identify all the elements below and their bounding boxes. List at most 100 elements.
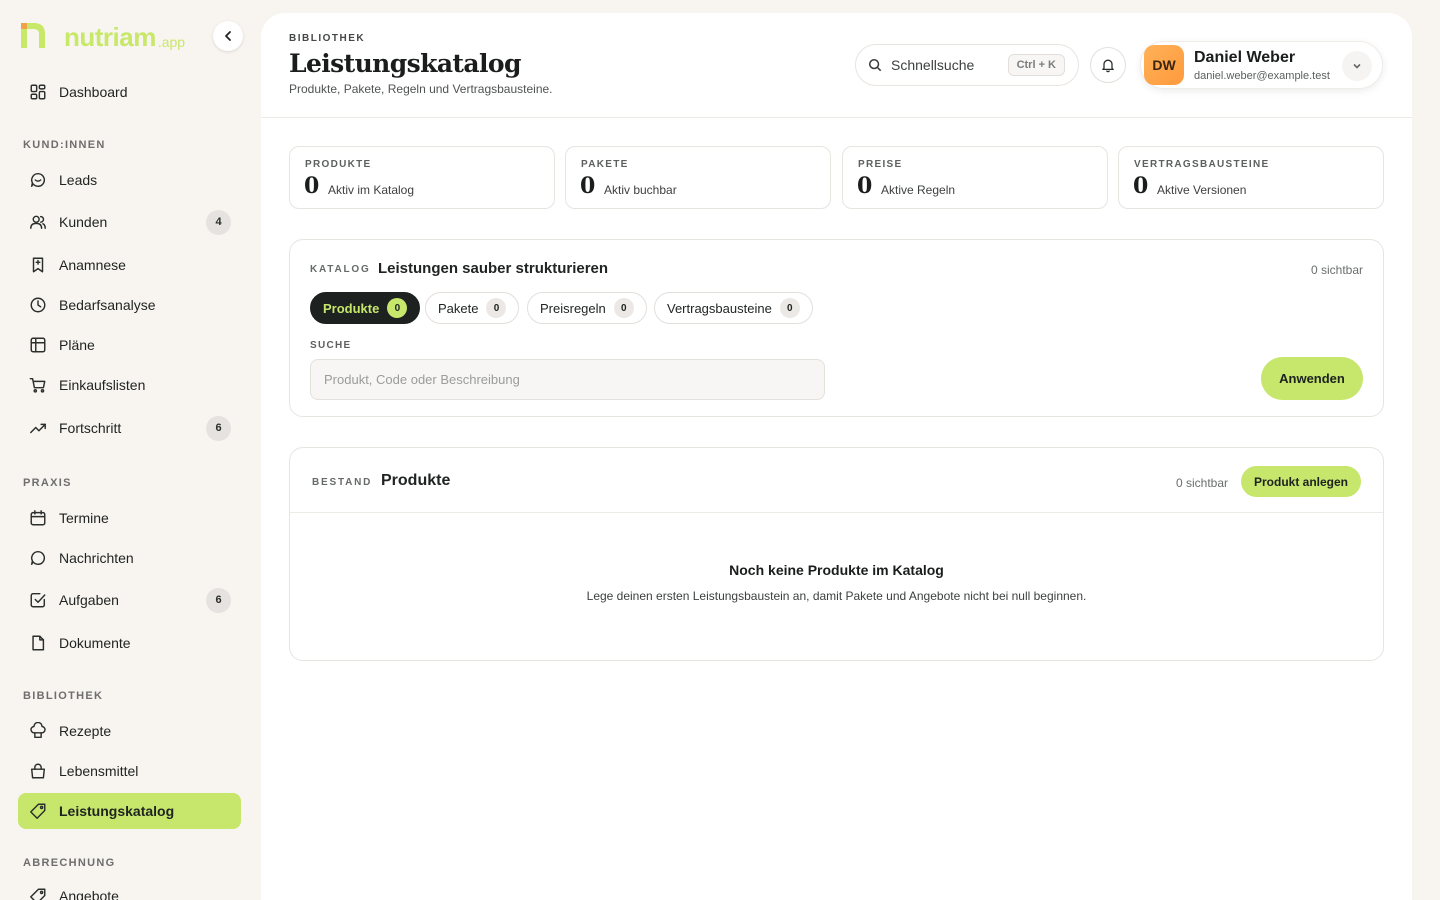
tab-count: 0	[387, 298, 408, 318]
sidebar-item-aufgaben[interactable]: Aufgaben 6	[18, 582, 241, 618]
create-product-button[interactable]: Produkt anlegen	[1241, 466, 1361, 497]
sidebar-item-dashboard[interactable]: Dashboard	[18, 74, 241, 110]
page-title: Leistungskatalog	[289, 49, 521, 78]
calendar-icon	[28, 508, 48, 528]
catalog-filter-card: KATALOG Leistungen sauber strukturieren …	[289, 239, 1384, 417]
sidebar-item-bedarfsanalyse[interactable]: Bedarfsanalyse	[18, 287, 241, 323]
products-card: BESTAND Produkte 0 sichtbar Produkt anle…	[289, 447, 1384, 661]
tab-vertragsbausteine[interactable]: Vertragsbausteine 0	[654, 292, 813, 324]
sidebar-item-dokumente[interactable]: Dokumente	[18, 625, 241, 661]
user-email: daniel.weber@example.test	[1194, 70, 1330, 82]
catalog-title: Leistungen sauber strukturieren	[378, 260, 609, 277]
chevron-left-icon	[225, 31, 231, 41]
shopping-bag-icon	[28, 761, 48, 781]
divider	[290, 512, 1383, 513]
sidebar-item-leads[interactable]: Leads	[18, 162, 241, 198]
tag-icon	[28, 801, 48, 821]
stat-value: 0	[857, 173, 873, 199]
brand-name: nutriam	[64, 22, 156, 52]
apply-button[interactable]: Anwenden	[1261, 357, 1363, 400]
collapse-sidebar-button[interactable]	[213, 21, 243, 51]
stat-description: Aktiv buchbar	[604, 183, 677, 197]
chef-hat-icon	[28, 721, 48, 741]
sidebar-item-label: Leistungskatalog	[59, 803, 175, 819]
products-eyebrow: BESTAND	[312, 477, 373, 488]
sidebar-item-label: Nachrichten	[59, 550, 134, 566]
sidebar-item-lebensmittel[interactable]: Lebensmittel	[18, 753, 241, 789]
sidebar-item-label: Dashboard	[59, 84, 128, 100]
products-visible-count: 0 sichtbar	[1176, 476, 1229, 490]
page-subtitle: Produkte, Pakete, Regeln und Vertragsbau…	[289, 82, 553, 96]
avatar: DW	[1144, 45, 1184, 85]
sidebar-item-label: Anamnese	[59, 257, 126, 273]
stat-label: PREISE	[858, 159, 903, 170]
sidebar-item-kunden[interactable]: Kunden 4	[18, 204, 241, 240]
sidebar-item-nachrichten[interactable]: Nachrichten	[18, 540, 241, 576]
sidebar-item-rezepte[interactable]: Rezepte	[18, 713, 241, 749]
sidebar-item-plaene[interactable]: Pläne	[18, 327, 241, 363]
chevron-down-icon	[1353, 63, 1361, 69]
section-label-library: BIBLIOTHEK	[23, 690, 104, 702]
notifications-button[interactable]	[1090, 47, 1126, 83]
clipboard-icon	[28, 255, 48, 275]
tab-label: Preisregeln	[540, 300, 606, 316]
count-badge: 6	[206, 415, 231, 441]
tab-pakete[interactable]: Pakete 0	[425, 292, 520, 324]
brand-logo[interactable]: nutriam .app	[18, 18, 185, 50]
sidebar-item-label: Aufgaben	[59, 592, 119, 608]
sidebar-item-leistungskatalog[interactable]: Leistungskatalog	[18, 793, 241, 829]
sidebar-item-label: Lebensmittel	[59, 763, 139, 779]
sidebar: nutriam .app Dashboard KUND:INNEN Leads K…	[0, 0, 260, 900]
keyboard-shortcut: Ctrl + K	[1007, 54, 1065, 76]
checkbox-icon	[28, 590, 48, 610]
stat-value: 0	[580, 173, 596, 199]
user-menu[interactable]: DW Daniel Weber daniel.weber@example.tes…	[1140, 41, 1383, 89]
nutriam-logo-icon	[18, 20, 48, 50]
stat-description: Aktive Versionen	[1157, 183, 1247, 197]
bell-icon	[1102, 59, 1114, 73]
catalog-visible-count: 0 sichtbar	[1310, 263, 1363, 277]
sidebar-item-label: Angebote	[59, 888, 119, 900]
sidebar-item-label: Kunden	[59, 214, 108, 230]
sidebar-item-angebote[interactable]: Angebote	[18, 878, 241, 900]
sidebar-item-label: Fortschritt	[59, 420, 122, 436]
stat-card-packages: PAKETE 0 Aktiv buchbar	[565, 146, 831, 209]
stat-value: 0	[1133, 173, 1149, 199]
section-label-customers: KUND:INNEN	[23, 139, 106, 151]
empty-state-text: Lege deinen ersten Leistungsbaustein an,…	[586, 589, 1087, 603]
tab-label: Produkte	[323, 300, 380, 316]
trending-up-icon	[28, 418, 48, 438]
message-icon	[28, 548, 48, 568]
sidebar-item-fortschritt[interactable]: Fortschritt 6	[18, 410, 241, 446]
tab-label: Vertragsbausteine	[667, 300, 772, 316]
brand-suffix: .app	[157, 34, 186, 50]
sidebar-item-anamnese[interactable]: Anamnese	[18, 247, 241, 283]
stat-label: PRODUKTE	[305, 159, 372, 170]
tab-count: 0	[486, 298, 507, 318]
stat-label: PAKETE	[581, 159, 629, 170]
sidebar-item-label: Dokumente	[59, 635, 131, 651]
search-icon	[868, 58, 882, 72]
stat-label: VERTRAGSBAUSTEINE	[1134, 159, 1270, 170]
catalog-search-input[interactable]	[310, 359, 825, 400]
section-label-practice: PRAXIS	[23, 477, 72, 489]
dashboard-icon	[28, 82, 48, 102]
tab-count: 0	[779, 298, 800, 318]
products-title: Produkte	[381, 472, 451, 489]
quick-search-button[interactable]: Schnellsuche Ctrl + K	[855, 44, 1079, 86]
tab-preisregeln[interactable]: Preisregeln 0	[527, 292, 647, 324]
search-field-label: SUCHE	[310, 340, 352, 351]
tag-icon	[28, 886, 48, 900]
tab-produkte[interactable]: Produkte 0	[310, 292, 421, 324]
user-name: Daniel Weber	[1194, 49, 1296, 66]
chat-bubble-icon	[28, 170, 48, 190]
sidebar-item-termine[interactable]: Termine	[18, 500, 241, 536]
sidebar-item-label: Termine	[59, 510, 109, 526]
table-icon	[28, 335, 48, 355]
stat-value: 0	[304, 173, 320, 199]
sidebar-item-label: Rezepte	[59, 723, 112, 739]
empty-state-title: Noch keine Produkte im Katalog	[729, 562, 944, 578]
page-header: BIBLIOTHEK Leistungskatalog Produkte, Pa…	[261, 13, 1412, 118]
user-menu-toggle[interactable]	[1342, 51, 1372, 81]
sidebar-item-einkaufslisten[interactable]: Einkaufslisten	[18, 367, 241, 403]
